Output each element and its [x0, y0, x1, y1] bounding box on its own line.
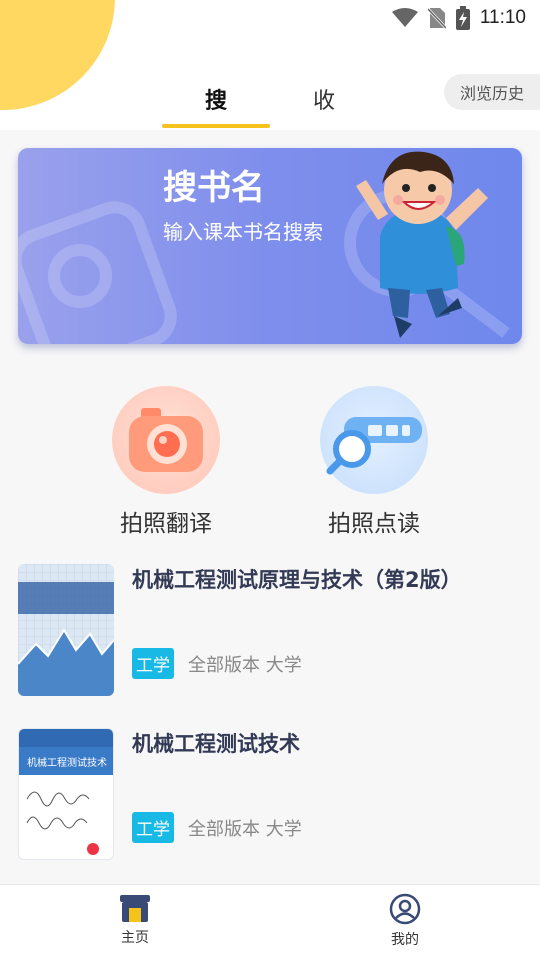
search-book-banner[interactable]: 搜书名 输入课本书名搜索 — [18, 148, 522, 344]
photo-translate-circle — [112, 386, 220, 494]
book-cover-image — [18, 564, 114, 696]
book-title: 机械工程测试原理与技术（第2版） — [132, 568, 462, 592]
quick-actions: 拍照翻译 拍照点读 — [0, 386, 540, 546]
battery-charging-icon — [455, 6, 470, 30]
camera-icon — [129, 408, 203, 472]
book-edition-level: 全部版本 大学 — [188, 818, 302, 840]
nav-home-label: 主页 — [121, 930, 149, 946]
cover-top-band — [19, 729, 113, 747]
bottom-nav: 主页 我的 — [0, 884, 540, 960]
wifi-icon — [391, 8, 418, 27]
book-title: 机械工程测试技术 — [132, 732, 300, 756]
photo-read-label: 拍照点读 — [328, 511, 420, 537]
book-item[interactable]: 机械工程测试技术 机械工程测试技术 工学 全部版本 大学 — [18, 728, 522, 860]
decorative-circle — [0, 0, 115, 110]
book-item[interactable]: 机械工程测试原理与技术（第2版） 工学 全部版本 大学 — [18, 564, 522, 696]
subject-tag: 工学 — [132, 648, 174, 679]
banner-subtitle: 输入课本书名搜索 — [163, 220, 323, 244]
cartoon-boy-icon — [356, 151, 488, 338]
photo-translate-button[interactable]: 拍照翻译 — [86, 386, 246, 538]
signal-wave-graphic — [26, 791, 99, 855]
book-meta: 工学 全部版本 大学 — [132, 648, 302, 679]
photo-read-circle — [320, 386, 428, 494]
cover-title: 机械工程测试技术 — [19, 747, 113, 775]
browse-history-button[interactable]: 浏览历史 — [444, 74, 540, 110]
header: 11:10 搜 收 浏览历史 — [0, 0, 540, 130]
photo-read-button[interactable]: 拍照点读 — [294, 386, 454, 538]
book-cover-image: 机械工程测试技术 — [18, 728, 114, 860]
subject-tag: 工学 — [132, 812, 174, 843]
book-edition-level: 全部版本 大学 — [188, 654, 302, 676]
book-meta: 工学 全部版本 大学 — [132, 812, 302, 843]
home-store-icon — [120, 895, 150, 922]
photo-translate-label: 拍照翻译 — [120, 511, 212, 537]
nav-home[interactable]: 主页 — [95, 893, 175, 947]
book-cover-graphic — [18, 564, 114, 696]
no-sim-icon — [427, 7, 446, 29]
tab-search[interactable]: 搜 — [162, 78, 270, 128]
tab-bar: 搜 收 — [162, 78, 378, 128]
tab-collect[interactable]: 收 — [270, 78, 378, 128]
user-profile-icon — [389, 893, 421, 925]
banner-title: 搜书名 — [163, 168, 265, 208]
nav-profile[interactable]: 我的 — [365, 893, 445, 949]
status-time: 11:10 — [479, 7, 526, 28]
nav-profile-label: 我的 — [391, 932, 419, 948]
status-bar: 11:10 — [340, 0, 540, 36]
scan-read-icon — [326, 417, 422, 475]
